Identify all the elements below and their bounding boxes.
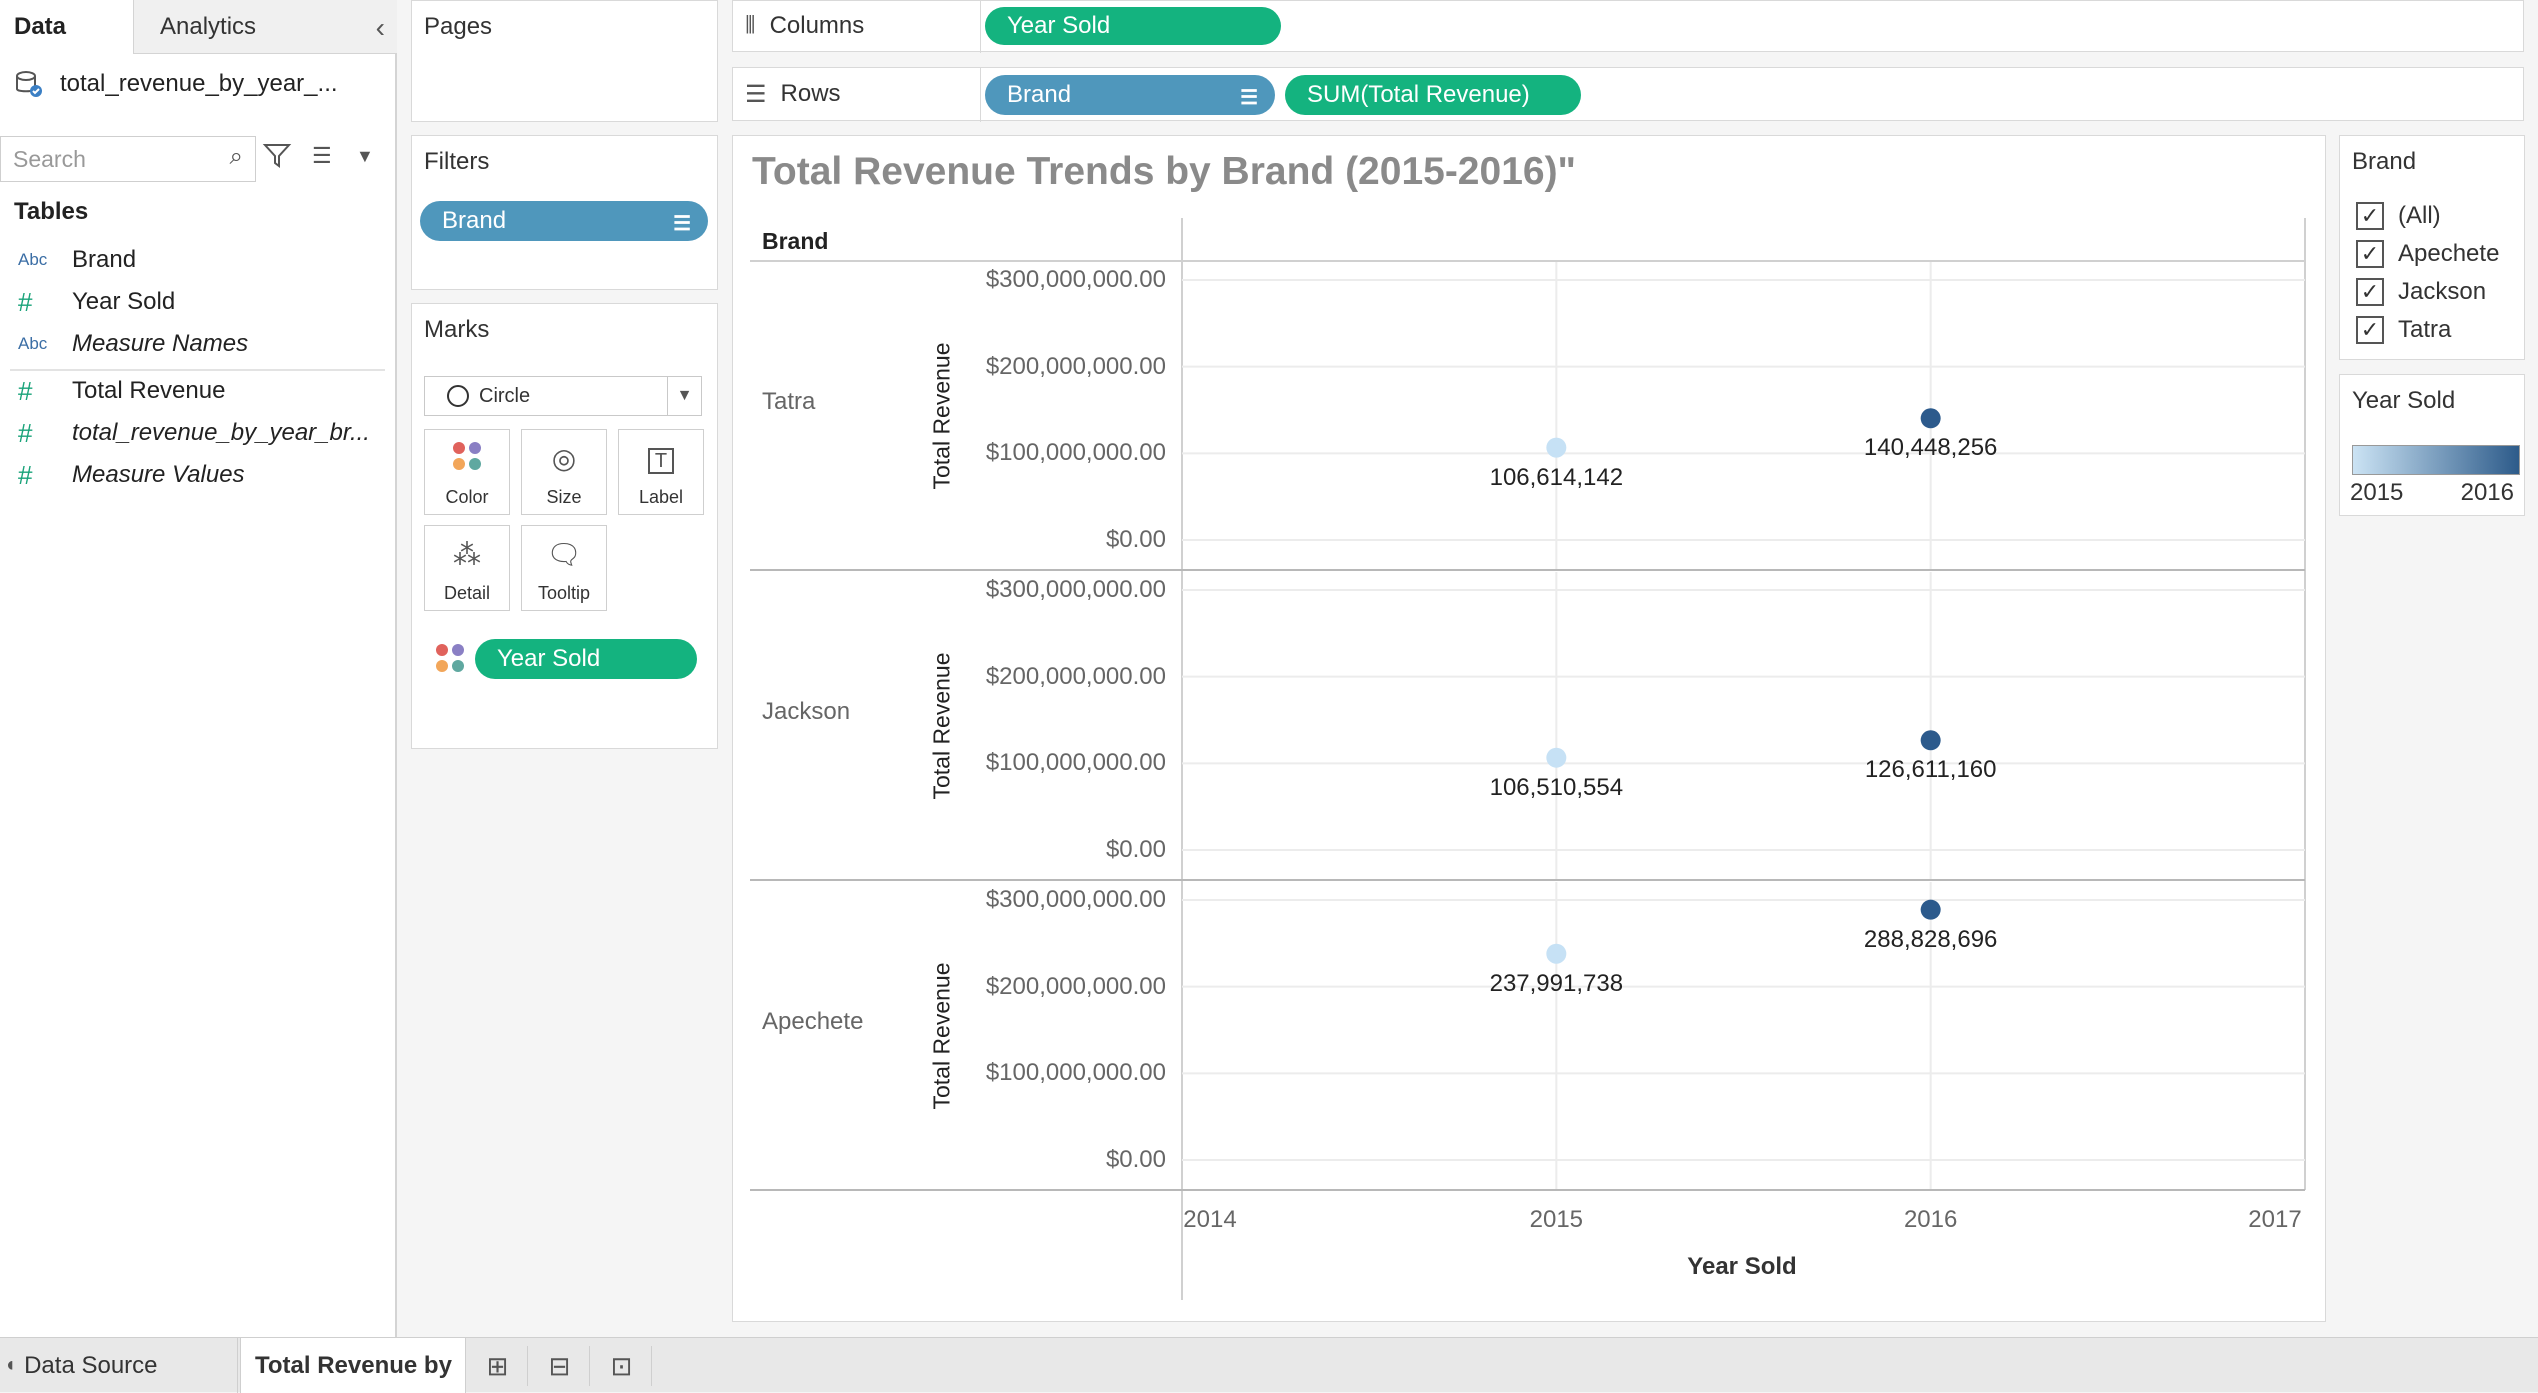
y-tick-label: $300,000,000.00	[985, 886, 1166, 913]
data-label: 237,991,738	[1489, 969, 1624, 997]
check-icon: ✓	[2356, 316, 2384, 344]
y-tick-label: $100,000,000.00	[985, 1059, 1166, 1087]
data-point[interactable]	[1546, 437, 1567, 458]
checkbox-label: Apechete	[2398, 240, 2500, 267]
checkbox-all[interactable]: ✓ (All)	[2356, 202, 2441, 230]
y-axis-title: Total Revenue	[928, 342, 955, 490]
checkbox-jackson[interactable]: ✓ Jackson	[2356, 278, 2486, 306]
x-axis-title: Year Sold	[1687, 1253, 1797, 1280]
year-legend-min: 2015	[2350, 479, 2404, 506]
brand-label-apechete: Apechete	[762, 1008, 864, 1035]
x-tick-label: 2016	[1903, 1206, 1958, 1233]
new-worksheet-icon[interactable]: ⊞	[468, 1346, 528, 1386]
brand-filter-card: Brand ✓ (All) ✓ Apechete ✓ Jackson ✓ Tat…	[2339, 135, 2525, 360]
y-tick-label: $200,000,000.00	[985, 352, 1166, 380]
data-label: 288,828,696	[1863, 925, 1998, 953]
y-tick-label: $100,000,000.00	[985, 749, 1166, 777]
scatter-plot	[750, 218, 2306, 1300]
data-point[interactable]	[1546, 943, 1567, 964]
checkbox-label: Jackson	[2398, 278, 2487, 305]
data-point[interactable]	[1920, 730, 1941, 751]
y-tick-label: $0.00	[1105, 836, 1166, 863]
checkbox-label: Tatra	[2398, 316, 2452, 343]
x-tick-label: 2015	[1529, 1206, 1584, 1233]
y-tick-label: $100,000,000.00	[985, 439, 1166, 467]
new-dashboard-icon[interactable]: ⊟	[530, 1346, 590, 1386]
checkbox-apechete[interactable]: ✓ Apechete	[2356, 240, 2499, 268]
checkbox-tatra[interactable]: ✓ Tatra	[2356, 316, 2451, 344]
y-tick-label: $0.00	[1105, 1146, 1166, 1173]
tab-data-source[interactable]: ◖ Data Source	[0, 1338, 238, 1393]
check-icon: ✓	[2356, 278, 2384, 306]
y-tick-label: $200,000,000.00	[985, 972, 1166, 1000]
y-tick-label: $300,000,000.00	[985, 576, 1166, 603]
tab-sheet[interactable]: Total Revenue by	[240, 1338, 466, 1393]
color-ramp	[2352, 445, 2520, 475]
new-story-icon[interactable]: ⊡	[592, 1346, 652, 1386]
brand-label-jackson: Jackson	[762, 698, 851, 725]
check-icon: ✓	[2356, 240, 2384, 268]
data-point[interactable]	[1546, 747, 1567, 768]
brand-filter-title: Brand	[2352, 148, 2417, 175]
y-tick-label: $200,000,000.00	[985, 662, 1166, 690]
x-tick-label: 2017	[2248, 1206, 2302, 1233]
year-sold-legend: Year Sold 2015 2016	[2339, 374, 2525, 516]
x-tick-label: 2014	[1183, 1206, 1237, 1233]
data-label: 140,448,256	[1863, 434, 1998, 462]
y-axis-title: Total Revenue	[928, 652, 955, 800]
data-point[interactable]	[1920, 899, 1941, 920]
brand-label-tatra: Tatra	[762, 388, 816, 415]
datasource-tab-icon: ◖	[4, 1354, 17, 1376]
sheet-tab-bar: ◖ Data Source Total Revenue by ⊞ ⊟ ⊡	[0, 1337, 2538, 1393]
data-label: 106,614,142	[1489, 463, 1624, 491]
y-tick-label: $0.00	[1105, 526, 1166, 553]
check-icon: ✓	[2356, 202, 2384, 230]
data-point[interactable]	[1920, 408, 1941, 429]
checkbox-label: (All)	[2398, 202, 2441, 229]
y-axis-title: Total Revenue	[928, 962, 955, 1110]
y-tick-label: $300,000,000.00	[985, 266, 1166, 293]
data-label: 126,611,160	[1864, 756, 1997, 784]
data-source-tab-label: Data Source	[24, 1351, 158, 1379]
data-label: 106,510,554	[1489, 773, 1624, 801]
year-legend-title: Year Sold	[2352, 387, 2456, 414]
year-legend-max: 2016	[2460, 479, 2514, 506]
